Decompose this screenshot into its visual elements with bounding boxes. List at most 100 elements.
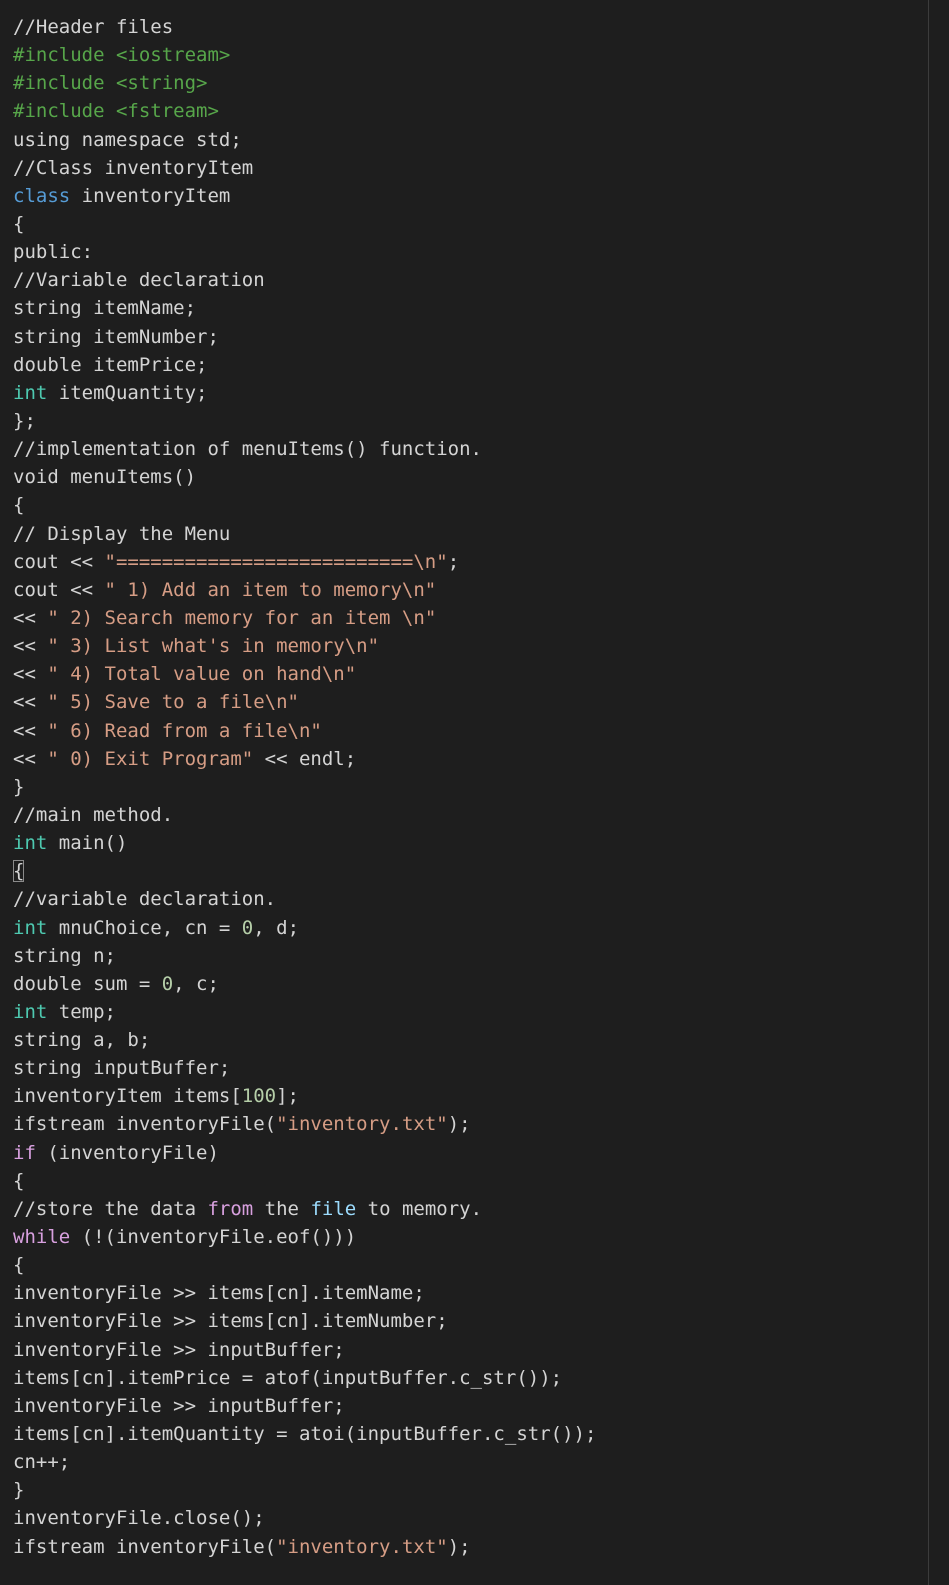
- code-token: #include <string>: [13, 72, 208, 95]
- code-line: double itemPrice;: [13, 351, 596, 379]
- code-line: << " 0) Exit Program" << endl;: [13, 745, 596, 773]
- code-token: double sum =: [13, 972, 162, 995]
- code-token: {: [13, 1169, 25, 1192]
- code-token: inventoryItem items[: [13, 1085, 242, 1108]
- code-line: string itemName;: [13, 294, 596, 322]
- code-line: // Display the Menu: [13, 520, 596, 548]
- code-token: // Display the Menu: [13, 522, 231, 545]
- code-line: //store the data from the file to memory…: [13, 1195, 596, 1223]
- code-token: string inputBuffer;: [13, 1057, 231, 1080]
- code-token: <<: [13, 606, 48, 629]
- code-token: }: [13, 1479, 25, 1502]
- code-line: {: [13, 1251, 596, 1279]
- code-line: public:: [13, 238, 596, 266]
- code-token: ifstream inventoryFile(: [13, 1535, 277, 1558]
- code-token: int: [13, 1000, 48, 1023]
- code-line: };: [13, 407, 596, 435]
- code-line: inventoryItem items[100];: [13, 1082, 596, 1110]
- code-editor[interactable]: //Header files #include <iostream> #includ…: [0, 0, 929, 1585]
- code-line: void menuItems(): [13, 463, 596, 491]
- code-token: {: [13, 1254, 25, 1277]
- code-line: ifstream inventoryFile("inventory.txt");: [13, 1533, 596, 1561]
- code-line: #include <iostream>: [13, 41, 596, 69]
- code-token: " 2) Search memory for an item \n": [47, 606, 437, 629]
- code-token: //Header files: [13, 16, 174, 38]
- code-line: << " 3) List what's in memory\n": [13, 632, 596, 660]
- code-token: items[cn].itemQuantity = atoi(inputBuffe…: [13, 1423, 597, 1446]
- code-line: if (inventoryFile): [13, 1139, 596, 1167]
- code-line: string inputBuffer;: [13, 1054, 596, 1082]
- code-line: items[cn].itemPrice = atof(inputBuffer.c…: [13, 1364, 596, 1392]
- code-line: cout << " 1) Add an item to memory\n": [13, 576, 596, 604]
- code-line: {: [13, 210, 596, 238]
- code-token: string n;: [13, 944, 116, 967]
- code-token: void menuItems(): [13, 466, 197, 489]
- code-token: temp;: [47, 1000, 116, 1023]
- code-line: using namespace std;: [13, 126, 596, 154]
- code-token: items[cn].itemPrice = atof(inputBuffer.c…: [13, 1366, 563, 1389]
- code-token: from: [207, 1197, 254, 1220]
- code-line: //Header files: [13, 13, 596, 41]
- code-token: mnuChoice, cn =: [47, 916, 242, 939]
- code-token: << endl;: [253, 747, 357, 770]
- vertical-scrollbar[interactable]: [929, 0, 949, 1585]
- code-token: ;: [447, 550, 460, 573]
- code-line: inventoryFile >> inputBuffer;: [13, 1392, 596, 1420]
- code-line: << " 5) Save to a file\n": [13, 688, 596, 716]
- code-line: {: [13, 491, 596, 519]
- code-line: double sum = 0, c;: [13, 970, 596, 998]
- code-token: " 4) Total value on hand\n": [47, 663, 357, 686]
- code-token: inventoryItem: [70, 184, 231, 207]
- code-token: (!(inventoryFile.eof())): [70, 1226, 357, 1249]
- code-token: {: [13, 494, 25, 517]
- code-token: 0: [241, 916, 254, 939]
- code-line: cn++;: [13, 1448, 596, 1476]
- code-token: " 5) Save to a file\n": [47, 691, 299, 714]
- code-token: );: [447, 1535, 471, 1558]
- code-token: file: [310, 1197, 357, 1220]
- code-line: cout << "==========================\n";: [13, 548, 596, 576]
- code-line: items[cn].itemQuantity = atoi(inputBuffe…: [13, 1420, 596, 1448]
- code-token: " 1) Add an item to memory\n": [104, 578, 437, 601]
- code-token: string itemName;: [13, 297, 197, 320]
- code-line: inventoryFile >> items[cn].itemName;: [13, 1279, 596, 1307]
- code-line: string itemNumber;: [13, 323, 596, 351]
- code-token: //Class inventoryItem: [13, 156, 254, 179]
- code-token: main(): [47, 832, 128, 855]
- code-line: #include <fstream>: [13, 97, 596, 125]
- code-token: inventoryFile >> items[cn].itemName;: [13, 1282, 425, 1305]
- code-token: ifstream inventoryFile(: [13, 1113, 277, 1136]
- code-line: #include <string>: [13, 69, 596, 97]
- code-line: {: [13, 1167, 596, 1195]
- code-line: int mnuChoice, cn = 0, d;: [13, 914, 596, 942]
- code-token: , c;: [173, 972, 219, 995]
- code-token: while: [13, 1226, 71, 1249]
- code-token: class: [13, 184, 71, 207]
- code-token: #include <iostream>: [13, 44, 231, 67]
- code-token: inventoryFile >> items[cn].itemNumber;: [13, 1310, 448, 1333]
- code-token: <<: [13, 747, 48, 770]
- code-token: (inventoryFile): [35, 1141, 219, 1164]
- code-token: }: [13, 775, 25, 798]
- code-token: <<: [13, 719, 48, 742]
- code-token: "inventory.txt": [276, 1535, 448, 1558]
- code-token: to memory.: [356, 1197, 483, 1220]
- code-token: string itemNumber;: [13, 325, 219, 348]
- code-token: double itemPrice;: [13, 353, 208, 376]
- code-token: "inventory.txt": [276, 1113, 448, 1136]
- code-token: {: [13, 860, 25, 883]
- code-token: cn++;: [13, 1451, 71, 1474]
- code-token: public:: [13, 241, 94, 264]
- code-token: cout <<: [13, 578, 105, 601]
- code-line: //Variable declaration: [13, 266, 596, 294]
- code-line: class inventoryItem: [13, 182, 596, 210]
- code-token: ];: [276, 1085, 299, 1108]
- code-token: {: [13, 212, 25, 235]
- code-token: //implementation of menuItems() function…: [13, 438, 482, 461]
- code-token: cout <<: [13, 550, 105, 573]
- code-token: <<: [13, 691, 48, 714]
- code-line: string n;: [13, 942, 596, 970]
- code-line: << " 2) Search memory for an item \n": [13, 604, 596, 632]
- code-text-area[interactable]: //Header files #include <iostream> #includ…: [13, 13, 596, 1561]
- code-token: itemQuantity;: [47, 381, 208, 404]
